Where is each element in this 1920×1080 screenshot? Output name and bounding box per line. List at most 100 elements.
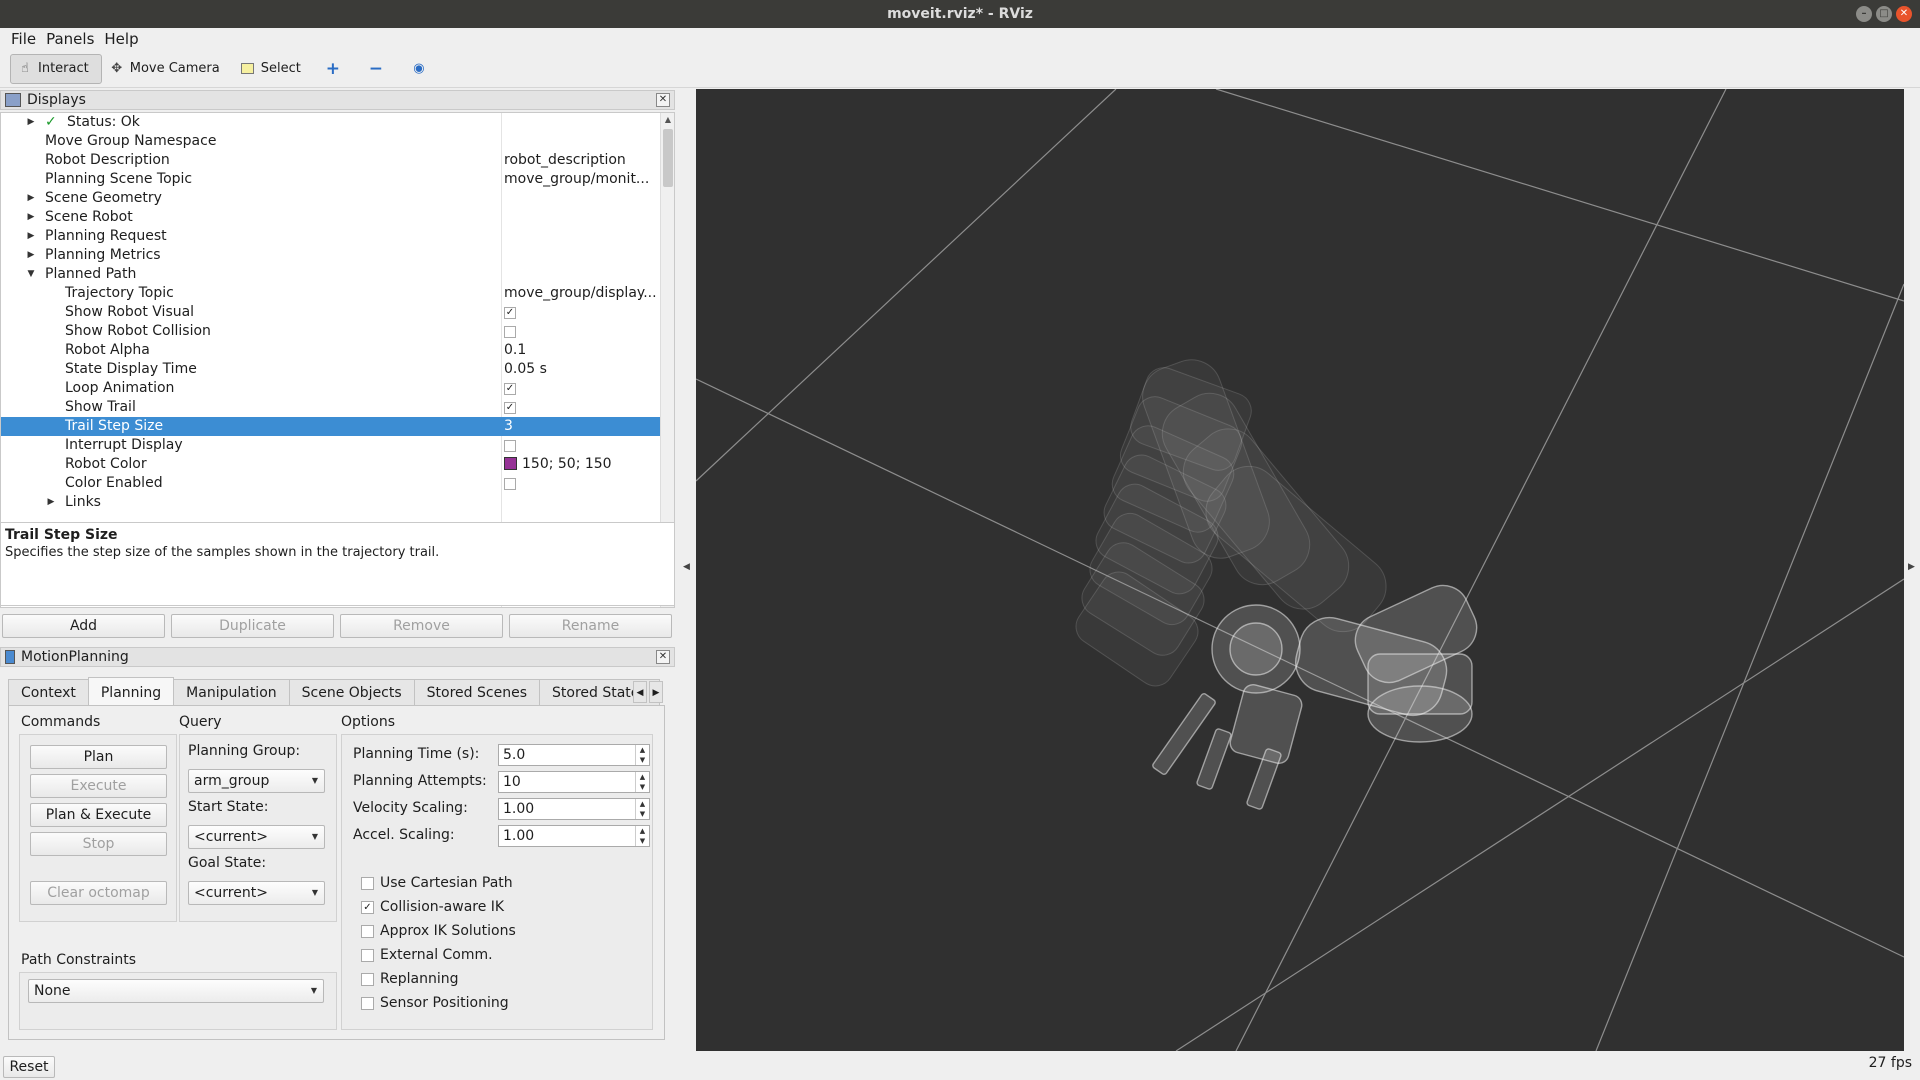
expand-arrow-icon[interactable]: ▶ (26, 246, 36, 265)
planning-group-select[interactable]: arm_group ▼ (188, 769, 325, 793)
tree-row-trail-step-size[interactable]: Trail Step Size 3 (1, 417, 660, 436)
tree-row-show-robot-collision[interactable]: Show Robot Collision (1, 322, 660, 341)
tab-manipulation[interactable]: Manipulation (173, 679, 290, 705)
rename-button[interactable]: Rename (509, 614, 672, 638)
expand-arrow-icon[interactable]: ▶ (46, 493, 56, 512)
select-tool-button[interactable]: Select (233, 54, 314, 84)
tree-row-trajectory-topic[interactable]: Trajectory Topic move_group/display... (1, 284, 660, 303)
goal-state-select[interactable]: <current> ▼ (188, 881, 325, 905)
expand-arrow-icon[interactable]: ▶ (26, 189, 36, 208)
view-tool-button[interactable]: ◉ (400, 54, 443, 84)
collapse-arrow-icon[interactable]: ▼ (26, 265, 36, 284)
spin-arrows-icon[interactable]: ▲ ▼ (635, 826, 649, 846)
approx-ik-option[interactable]: Approx IK Solutions (361, 922, 516, 940)
tree-row-color-enabled[interactable]: Color Enabled (1, 474, 660, 493)
menu-help[interactable]: Help (99, 28, 143, 50)
use-cartesian-path-option[interactable]: Use Cartesian Path (361, 874, 513, 892)
interact-tool-button[interactable]: ☝ Interact (10, 53, 102, 84)
expand-arrow-icon[interactable]: ▶ (26, 113, 36, 132)
tree-row-scene-geometry[interactable]: ▶ Scene Geometry (1, 189, 660, 208)
close-icon[interactable]: ✕ (656, 93, 670, 107)
collision-aware-ik-option[interactable]: ✓ Collision-aware IK (361, 898, 504, 916)
external-comm-option[interactable]: External Comm. (361, 946, 493, 964)
tab-stored-scenes[interactable]: Stored Scenes (413, 679, 540, 705)
approx-ik-checkbox[interactable] (361, 925, 374, 938)
tree-row-status[interactable]: ▶ ✓ Status: Ok (1, 113, 660, 132)
stop-button[interactable]: Stop (30, 832, 167, 856)
scroll-thumb[interactable] (663, 129, 673, 187)
tree-row-planning-metrics[interactable]: ▶ Planning Metrics (1, 246, 660, 265)
collision-aware-ik-checkbox[interactable]: ✓ (361, 901, 374, 914)
remove-tool-button[interactable]: − (357, 54, 400, 84)
tree-row-show-trail[interactable]: Show Trail ✓ (1, 398, 660, 417)
tree-row-interrupt-display[interactable]: Interrupt Display (1, 436, 660, 455)
replanning-checkbox[interactable] (361, 973, 374, 986)
velocity-scaling-spinbox[interactable]: 1.00 ▲ ▼ (498, 798, 650, 820)
sensor-positioning-option[interactable]: Sensor Positioning (361, 994, 509, 1012)
tree-row-move-group-namespace[interactable]: Move Group Namespace (1, 132, 660, 151)
planning-time-spinbox[interactable]: 5.0 ▲ ▼ (498, 744, 650, 766)
menu-panels[interactable]: Panels (41, 28, 99, 50)
tree-row-robot-alpha[interactable]: Robot Alpha 0.1 (1, 341, 660, 360)
execute-button[interactable]: Execute (30, 774, 167, 798)
close-icon[interactable]: ✕ (1896, 6, 1912, 22)
sensor-positioning-checkbox[interactable] (361, 997, 374, 1010)
clear-octomap-button[interactable]: Clear octomap (30, 881, 167, 905)
tree-row-planning-scene-topic[interactable]: Planning Scene Topic move_group/monit... (1, 170, 660, 189)
path-constraints-select[interactable]: None ▼ (28, 979, 324, 1003)
tree-row-links[interactable]: ▶ Links (1, 493, 660, 512)
menu-file[interactable]: File (6, 28, 41, 50)
color-swatch[interactable] (504, 457, 517, 470)
reset-button[interactable]: Reset (3, 1056, 55, 1078)
tree-row-show-robot-visual[interactable]: Show Robot Visual ✓ (1, 303, 660, 322)
spin-arrows-icon[interactable]: ▲ ▼ (635, 772, 649, 792)
tree-row-scene-robot[interactable]: ▶ Scene Robot (1, 208, 660, 227)
tree-row-planning-request[interactable]: ▶ Planning Request (1, 227, 660, 246)
render-viewport[interactable] (696, 89, 1904, 1051)
accel-scaling-spinbox[interactable]: 1.00 ▲ ▼ (498, 825, 650, 847)
use-cartesian-path-checkbox[interactable] (361, 877, 374, 890)
spin-arrows-icon[interactable]: ▲ ▼ (635, 745, 649, 765)
collapse-right-panel-icon[interactable]: ▶ (1908, 562, 1915, 572)
planning-group-label: Planning Group: (188, 743, 301, 759)
tree-row-robot-color[interactable]: Robot Color 150; 50; 150 (1, 455, 660, 474)
plan-execute-button[interactable]: Plan & Execute (30, 803, 167, 827)
collapse-left-panel-icon[interactable]: ◀ (683, 562, 690, 572)
duplicate-button[interactable]: Duplicate (171, 614, 334, 638)
scroll-up-icon[interactable]: ▲ (661, 113, 674, 127)
add-tool-button[interactable]: + (314, 54, 357, 84)
tree-row-state-display-time[interactable]: State Display Time 0.05 s (1, 360, 660, 379)
tree-row-planned-path[interactable]: ▼ Planned Path (1, 265, 660, 284)
motion-planning-tabs: Context Planning Manipulation Scene Obje… (8, 677, 660, 705)
tree-row-robot-description[interactable]: Robot Description robot_description (1, 151, 660, 170)
remove-button[interactable]: Remove (340, 614, 503, 638)
maximize-icon[interactable]: □ (1876, 6, 1892, 22)
show-trail-checkbox[interactable]: ✓ (504, 402, 516, 414)
show-robot-visual-checkbox[interactable]: ✓ (504, 307, 516, 319)
select-label: Select (260, 61, 301, 76)
loop-animation-checkbox[interactable]: ✓ (504, 383, 516, 395)
tab-planning[interactable]: Planning (87, 677, 175, 705)
tab-scroll-right-icon[interactable]: ▶ (649, 681, 663, 703)
minimize-icon[interactable]: – (1856, 6, 1872, 22)
goal-state-label: Goal State: (188, 855, 267, 871)
tab-scene-objects[interactable]: Scene Objects (288, 679, 415, 705)
move-camera-tool-button[interactable]: ✥ Move Camera (102, 54, 233, 84)
add-button[interactable]: Add (2, 614, 165, 638)
path-constraints-frame: None ▼ (19, 972, 337, 1030)
tab-scroll-left-icon[interactable]: ◀ (633, 681, 647, 703)
color-enabled-checkbox[interactable] (504, 478, 516, 490)
start-state-select[interactable]: <current> ▼ (188, 825, 325, 849)
expand-arrow-icon[interactable]: ▶ (26, 208, 36, 227)
planning-attempts-spinbox[interactable]: 10 ▲ ▼ (498, 771, 650, 793)
show-robot-collision-checkbox[interactable] (504, 326, 516, 338)
plan-button[interactable]: Plan (30, 745, 167, 769)
interrupt-display-checkbox[interactable] (504, 440, 516, 452)
spin-arrows-icon[interactable]: ▲ ▼ (635, 799, 649, 819)
tree-row-loop-animation[interactable]: Loop Animation ✓ (1, 379, 660, 398)
expand-arrow-icon[interactable]: ▶ (26, 227, 36, 246)
close-icon[interactable]: ✕ (656, 650, 670, 664)
tab-context[interactable]: Context (8, 679, 89, 705)
external-comm-checkbox[interactable] (361, 949, 374, 962)
replanning-option[interactable]: Replanning (361, 970, 458, 988)
